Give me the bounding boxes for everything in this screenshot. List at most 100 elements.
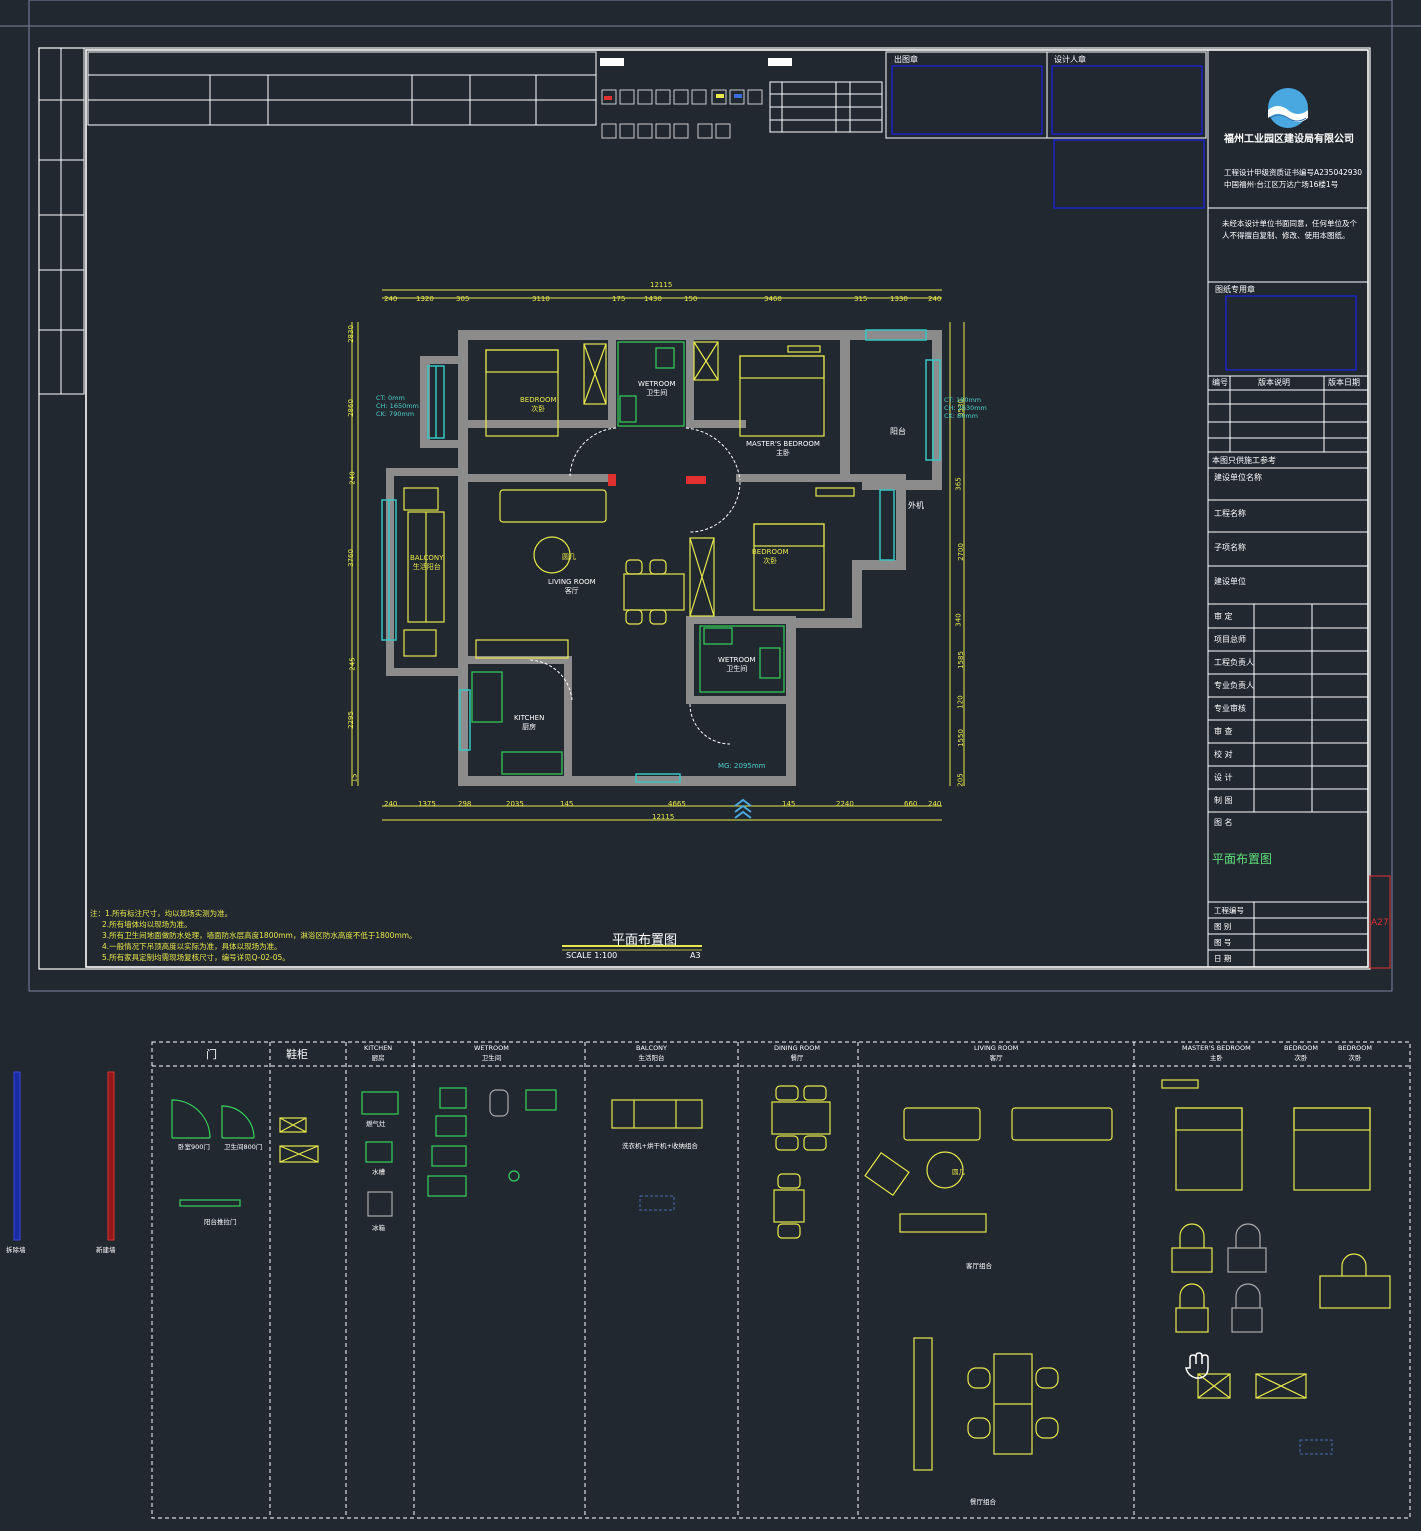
dim-left-3: 3760 — [346, 549, 355, 567]
dim-right-1: 365 — [954, 477, 963, 491]
room-bedroom-1: BEDROOM 次卧 — [520, 396, 557, 413]
dim-right-2: 2700 — [956, 543, 965, 561]
project-notes: 本图只供施工参考 — [1212, 456, 1276, 465]
legend-col-balcony: BALCONY 生活阳台 — [636, 1044, 668, 1062]
legend-symbols — [171, 1079, 1391, 1471]
dim-bottom-1: 1375 — [418, 800, 436, 808]
seal-boxes — [885, 51, 1207, 209]
company-name: 福州工业园区建设局有限公司 — [1224, 134, 1354, 145]
top-left-table — [87, 51, 597, 126]
legend-fridge-label: 冰箱 — [372, 1224, 385, 1232]
room-wetroom-2: WETROOM 卫生间 — [718, 656, 756, 673]
sign-row-7: 设 计 — [1214, 773, 1233, 782]
dim-top-total: 12115 — [650, 281, 673, 289]
dim-top-3: 305 — [456, 295, 470, 303]
legend-slide-label: 阳台推拉门 — [204, 1218, 237, 1226]
legend-door1-label: 卧室900门 — [178, 1143, 210, 1151]
dim-bottom-total: 12115 — [652, 813, 675, 821]
dim-top-11: 240 — [928, 295, 942, 303]
dim-bottom-8: 660 — [904, 800, 918, 808]
dim-left-0: 2830 — [346, 325, 355, 343]
sign-row-3: 专业负责人 — [1214, 681, 1254, 690]
sign-row-0: 审 定 — [1214, 612, 1233, 621]
legend-col-door: 门 — [206, 1048, 217, 1061]
legend-col-kitchen: KITCHEN 厨房 — [364, 1044, 393, 1062]
label-round-table: 圆几 — [562, 553, 576, 561]
drawing-frame — [38, 47, 1371, 970]
legend-round-table-label: 圆几 — [952, 1168, 965, 1176]
entrance-arrow-icon — [734, 798, 752, 819]
label-mg: MG: 2095mm — [718, 762, 766, 770]
drawing-scale: SCALE 1:100 — [566, 951, 618, 960]
dim-bottom-5: 4665 — [668, 800, 686, 808]
fixtures — [471, 341, 785, 775]
dim-bottom-2: 298 — [458, 800, 472, 808]
dim-bottom-4: 145 — [560, 800, 574, 808]
drawing-paper: A3 — [690, 951, 701, 960]
note-0: 注：1.所有标注尺寸，均以现场实测为准。 — [90, 909, 233, 918]
company-logo-icon — [1268, 88, 1308, 128]
legend-col-wetroom: WETROOM 卫生间 — [474, 1044, 509, 1062]
dim-right-4: 1585 — [956, 651, 965, 669]
dim-top-4: 3110 — [532, 295, 550, 303]
sign-row-5: 审 查 — [1214, 727, 1233, 736]
dim-top-10: 1330 — [890, 295, 908, 303]
dim-right-3: 340 — [954, 613, 963, 627]
dim-bottom-3: 2035 — [506, 800, 524, 808]
room-living: LIVING ROOM 客厅 — [548, 578, 596, 595]
legend-dining-combo-label: 餐厅组合 — [970, 1498, 996, 1506]
field-3: 建设单位 — [1214, 577, 1246, 586]
dim-top-7: 150 — [684, 295, 698, 303]
dim-top-2: 1320 — [416, 295, 434, 303]
ceiling-note-left: CT: 0mm CH: 1650mm CK: 790mm — [376, 394, 419, 418]
sheet-tag: A27 — [1371, 918, 1389, 928]
sign-row-8: 制 图 — [1214, 796, 1233, 805]
field-1: 工程名称 — [1214, 509, 1246, 518]
dim-left-6: 15 — [350, 773, 359, 783]
note-2: 3.所有卫生间地面做防水处理，墙面防水层高度1800mm，淋浴区防水高度不低于1… — [102, 931, 417, 940]
dim-right-7: 205 — [956, 773, 965, 787]
sheet-outer-frame — [28, 0, 1393, 992]
bottom-row-0: 工程编号 — [1214, 906, 1244, 915]
dim-top-6: 1430 — [644, 295, 662, 303]
legend-col-shoe: 鞋柜 — [286, 1048, 308, 1061]
left-strip — [38, 47, 85, 395]
sign-row-2: 工程负责人 — [1214, 658, 1254, 667]
dim-bottom-9: 240 — [928, 800, 942, 808]
address-text: 中国福州·台江区万达广场16楼1号 — [1224, 180, 1339, 189]
field-2: 子项名称 — [1214, 543, 1246, 552]
cad-canvas[interactable] — [0, 0, 1421, 1531]
ceiling-note-right: CT: 180mm CH: 2630mm CK: 80mm — [944, 396, 987, 420]
rev-header-0: 编号 — [1212, 378, 1228, 387]
sign-row-1: 项目总师 — [1214, 635, 1246, 644]
demolish-wall-swatch — [13, 1071, 21, 1241]
dim-top-5: 175 — [612, 295, 626, 303]
rev-header-2: 版本日期 — [1328, 378, 1360, 387]
design-seal-label: 设计人章 — [1054, 55, 1086, 64]
dim-top-8: 3460 — [764, 295, 782, 303]
legend-living-combo-label: 客厅组合 — [966, 1262, 992, 1270]
legend-new-wall-label: 新建墙 — [96, 1246, 116, 1254]
note-4: 5.所有家具定制均需现场复核尺寸，编号详见Q-02-05。 — [102, 953, 290, 962]
bottom-row-3: 日 期 — [1214, 954, 1232, 963]
dim-top-9: 315 — [854, 295, 868, 303]
legend-sink-label: 水槽 — [372, 1168, 385, 1176]
sign-row-4: 专业审核 — [1214, 704, 1246, 713]
dim-bottom-6: 145 — [782, 800, 796, 808]
legend-col-bedroom-1: BEDROOM 次卧 — [1284, 1044, 1318, 1062]
legend-balcony-combo-label: 洗衣机+烘干机+收纳组合 — [622, 1142, 698, 1150]
dim-left-1: 2860 — [346, 399, 355, 417]
dim-bottom-0: 240 — [384, 800, 398, 808]
legend-demolish-label: 拆除墙 — [6, 1246, 26, 1254]
furniture — [403, 341, 855, 659]
note-1: 2.所有墙体均以现场为准。 — [102, 920, 192, 929]
dim-left-2: 240 — [348, 471, 357, 485]
top-symbol-legend — [600, 58, 883, 139]
dim-bottom-7: 2240 — [836, 800, 854, 808]
bottom-row-2: 图 号 — [1214, 938, 1232, 947]
room-bedroom-2: BEDROOM 次卧 — [752, 548, 789, 565]
room-balcony: BALCONY 生活阳台 — [410, 554, 444, 571]
legend-col-bedroom-2: BEDROOM 次卧 — [1338, 1044, 1372, 1062]
drawing-no-label: 图纸专用章 — [1215, 285, 1255, 294]
room-wetroom-1: WETROOM 卫生间 — [638, 380, 676, 397]
